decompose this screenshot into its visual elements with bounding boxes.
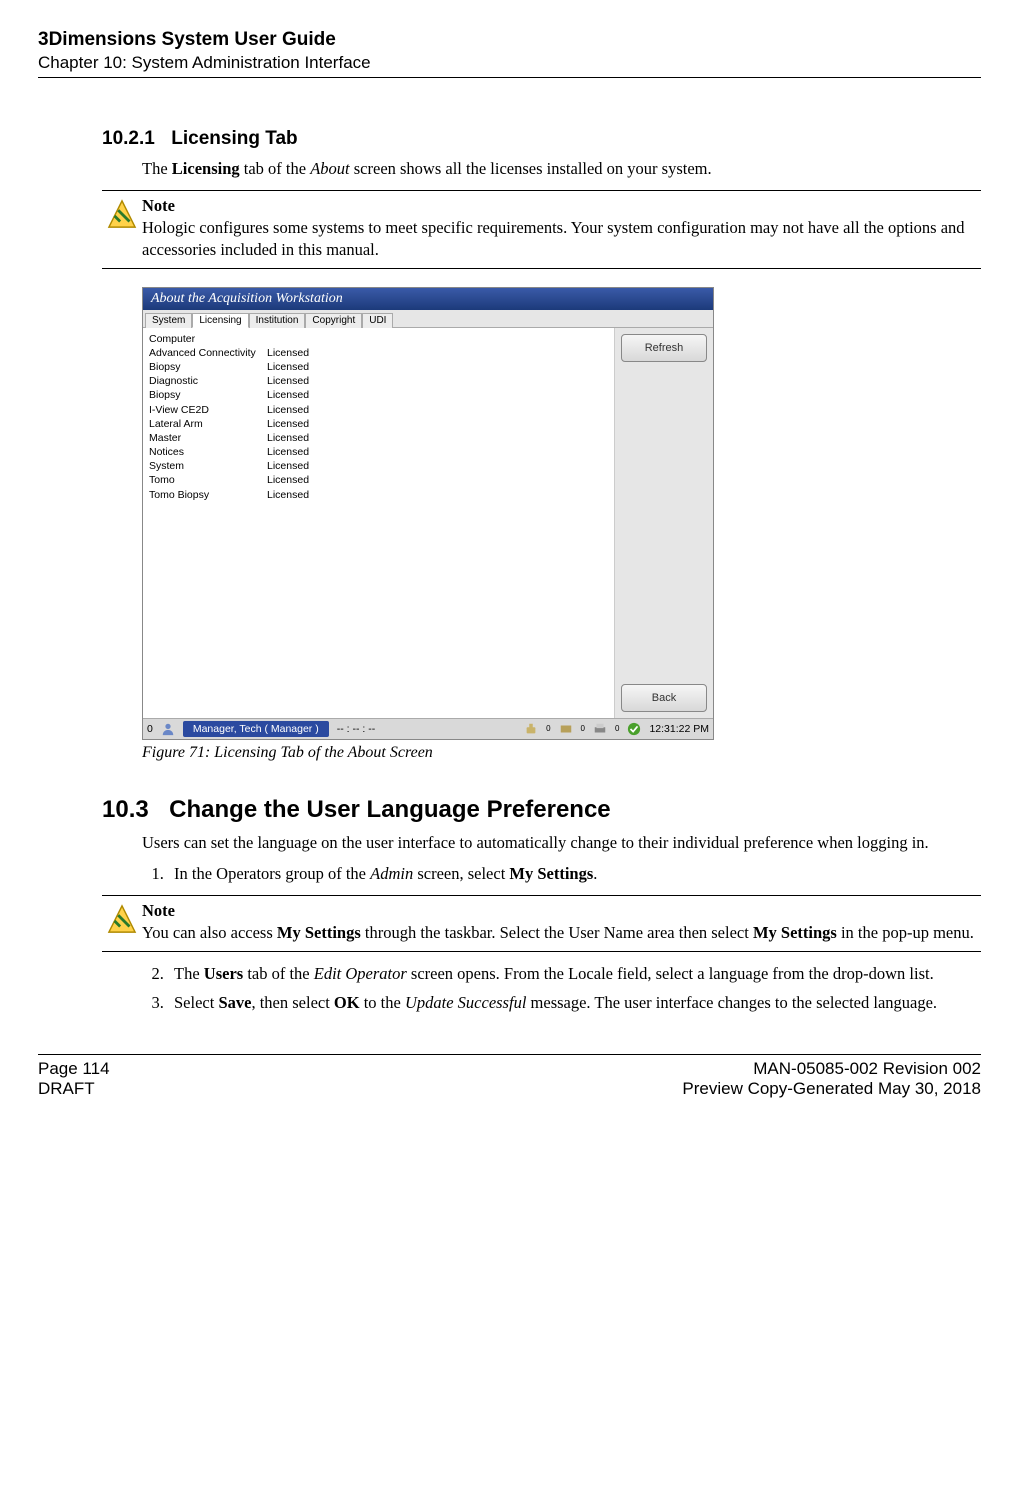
section-10-3-intro: Users can set the language on the user i… xyxy=(142,832,981,854)
license-row: SystemLicensed xyxy=(149,459,608,473)
license-status: Licensed xyxy=(267,431,309,445)
license-list: ComputerAdvanced ConnectivityLicensedBio… xyxy=(143,328,615,718)
license-name: Computer xyxy=(149,332,267,346)
status-ok-icon xyxy=(627,722,641,736)
note-body: Hologic configures some systems to meet … xyxy=(142,217,977,262)
badge-0a: 0 xyxy=(546,724,550,733)
license-name: Master xyxy=(149,431,267,445)
license-name: Tomo xyxy=(149,473,267,487)
license-row: BiopsyLicensed xyxy=(149,360,608,374)
status-dashes: -- : -- : -- xyxy=(337,723,375,735)
note-body: You can also access My Settings through … xyxy=(142,922,977,944)
section-number: 10.2.1 xyxy=(102,128,155,150)
back-button[interactable]: Back xyxy=(621,684,707,712)
status-bar: 0 Manager, Tech ( Manager ) -- : -- : --… xyxy=(143,718,713,739)
tab-udi[interactable]: UDI xyxy=(362,313,393,328)
page-footer: Page 114 DRAFT MAN-05085-002 Revision 00… xyxy=(38,1054,981,1099)
status-time: 12:31:22 PM xyxy=(649,723,709,735)
license-row: Advanced ConnectivityLicensed xyxy=(149,346,608,360)
section-10-3-heading: 10.3 Change the User Language Preference xyxy=(102,796,981,824)
license-status: Licensed xyxy=(267,374,309,388)
status-left-num: 0 xyxy=(147,723,153,735)
detector-icon xyxy=(559,722,573,736)
note-label: Note xyxy=(142,900,977,922)
button-column: Refresh Back xyxy=(615,328,713,718)
license-name: System xyxy=(149,459,267,473)
printer-icon xyxy=(593,722,607,736)
footer-draft: DRAFT xyxy=(38,1079,110,1099)
note-label: Note xyxy=(142,195,977,217)
license-row: DiagnosticLicensed xyxy=(149,374,608,388)
step-3: Select Save, then select OK to the Updat… xyxy=(168,991,981,1014)
step-1: In the Operators group of the Admin scre… xyxy=(168,862,981,885)
document-header: 3Dimensions System User Guide Chapter 10… xyxy=(38,28,981,78)
license-name: Notices xyxy=(149,445,267,459)
license-status: Licensed xyxy=(267,473,309,487)
note-block-1: Note Hologic configures some systems to … xyxy=(102,190,981,269)
footer-rev: MAN-05085-002 Revision 002 xyxy=(682,1059,981,1079)
license-status: Licensed xyxy=(267,388,309,402)
license-row: I-View CE2DLicensed xyxy=(149,403,608,417)
note-icon xyxy=(102,898,142,939)
badge-0c: 0 xyxy=(615,724,619,733)
tab-licensing[interactable]: Licensing xyxy=(192,313,248,328)
step-2: The Users tab of the Edit Operator scree… xyxy=(168,962,981,985)
footer-page: Page 114 xyxy=(38,1059,110,1079)
license-row: Lateral ArmLicensed xyxy=(149,417,608,431)
license-row: BiopsyLicensed xyxy=(149,388,608,402)
about-screenshot: About the Acquisition Workstation System… xyxy=(142,287,714,740)
tube-icon xyxy=(524,722,538,736)
tab-institution[interactable]: Institution xyxy=(249,313,306,328)
note-block-2: Note You can also access My Settings thr… xyxy=(102,895,981,952)
steps-list-cont: The Users tab of the Edit Operator scree… xyxy=(142,962,981,1014)
figure-caption: Figure 71: Licensing Tab of the About Sc… xyxy=(142,744,981,762)
refresh-button[interactable]: Refresh xyxy=(621,334,707,362)
section-10-2-1-heading: 10.2.1 Licensing Tab xyxy=(102,128,981,150)
license-name: Advanced Connectivity xyxy=(149,346,267,360)
badge-0b: 0 xyxy=(581,724,585,733)
license-status: Licensed xyxy=(267,360,309,374)
license-row: Computer xyxy=(149,332,608,346)
license-status: Licensed xyxy=(267,346,309,360)
note-icon xyxy=(102,193,142,234)
license-name: I-View CE2D xyxy=(149,403,267,417)
section-number: 10.3 xyxy=(102,796,149,824)
status-user[interactable]: Manager, Tech ( Manager ) xyxy=(183,721,329,737)
license-row: MasterLicensed xyxy=(149,431,608,445)
license-name: Biopsy xyxy=(149,388,267,402)
license-name: Biopsy xyxy=(149,360,267,374)
license-row: TomoLicensed xyxy=(149,473,608,487)
doc-chapter: Chapter 10: System Administration Interf… xyxy=(38,53,981,73)
license-name: Lateral Arm xyxy=(149,417,267,431)
license-status: Licensed xyxy=(267,445,309,459)
user-icon xyxy=(161,722,175,736)
license-status: Licensed xyxy=(267,488,309,502)
section-title: Licensing Tab xyxy=(171,128,297,149)
license-status: Licensed xyxy=(267,417,309,431)
footer-gen: Preview Copy-Generated May 30, 2018 xyxy=(682,1079,981,1099)
tab-system[interactable]: System xyxy=(145,313,192,328)
window-title: About the Acquisition Workstation xyxy=(143,288,713,310)
license-name: Diagnostic xyxy=(149,374,267,388)
tab-strip: SystemLicensingInstitutionCopyrightUDI xyxy=(143,310,713,328)
tab-copyright[interactable]: Copyright xyxy=(305,313,362,328)
license-row: NoticesLicensed xyxy=(149,445,608,459)
section-10-2-1-intro: The Licensing tab of the About screen sh… xyxy=(142,158,981,180)
steps-list: In the Operators group of the Admin scre… xyxy=(142,862,981,885)
license-row: Tomo BiopsyLicensed xyxy=(149,488,608,502)
doc-title: 3Dimensions System User Guide xyxy=(38,28,981,53)
license-name: Tomo Biopsy xyxy=(149,488,267,502)
license-status: Licensed xyxy=(267,403,309,417)
section-title: Change the User Language Preference xyxy=(169,796,610,823)
license-status: Licensed xyxy=(267,459,309,473)
